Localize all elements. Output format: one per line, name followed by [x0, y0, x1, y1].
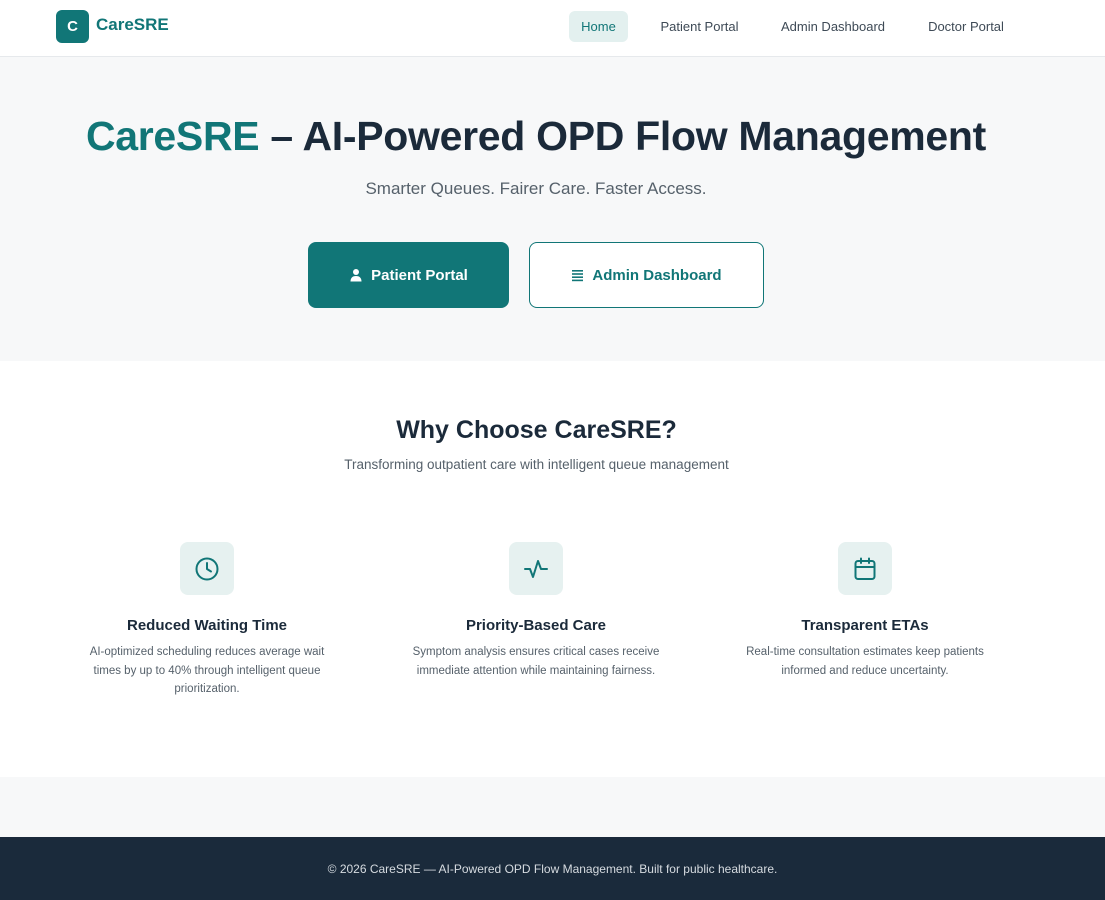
hero-title-rest: – AI-Powered OPD Flow Management: [259, 113, 987, 159]
patient-portal-button-label: Patient Portal: [371, 266, 468, 284]
hero-section: CareSRE – AI-Powered OPD Flow Management…: [0, 57, 1105, 361]
calendar-icon: [838, 542, 892, 595]
nav-doctor-portal[interactable]: Doctor Portal: [918, 11, 1014, 42]
clock-icon: [180, 542, 234, 595]
feature-card-waiting-time: Reduced Waiting Time AI-optimized schedu…: [77, 542, 337, 699]
features-section: Why Choose CareSRE? Transforming outpati…: [0, 361, 1105, 777]
patient-portal-button[interactable]: Patient Portal: [308, 242, 509, 308]
feature-card-transparent-etas: Transparent ETAs Real-time consultation …: [735, 542, 995, 680]
feature-description: Symptom analysis ensures critical cases …: [412, 646, 660, 677]
site-header: C CareSRE Home Patient Portal Admin Dash…: [0, 0, 1105, 57]
list-icon: [571, 269, 584, 282]
logo-icon[interactable]: C: [56, 10, 89, 43]
activity-icon: [509, 542, 563, 595]
user-icon: [349, 268, 363, 282]
hero-title-accent: CareSRE: [85, 113, 260, 159]
feature-title: Priority-Based Care: [465, 617, 607, 634]
footer-copyright: © 2026 CareSRE — AI-Powered OPD Flow Man…: [327, 861, 778, 876]
features-subtitle: Transforming outpatient care with intell…: [344, 457, 729, 472]
brand-name[interactable]: CareSRE: [96, 15, 169, 35]
nav-home[interactable]: Home: [569, 11, 628, 42]
hero-subtitle: Smarter Queues. Fairer Care. Faster Acce…: [365, 179, 707, 198]
hero-title: CareSRE – AI-Powered OPD Flow Management: [0, 113, 1072, 160]
feature-title: Reduced Waiting Time: [126, 617, 288, 634]
feature-description: Real-time consultation estimates keep pa…: [746, 646, 984, 677]
feature-card-priority-care: Priority-Based Care Symptom analysis ens…: [406, 542, 666, 680]
features-title: Why Choose CareSRE?: [396, 416, 677, 444]
nav-admin-dashboard[interactable]: Admin Dashboard: [770, 11, 896, 42]
feature-title: Transparent ETAs: [801, 617, 929, 634]
section-spacer: [0, 777, 1105, 837]
admin-dashboard-button-label: Admin Dashboard: [592, 266, 722, 284]
nav-patient-portal[interactable]: Patient Portal: [651, 11, 748, 42]
admin-dashboard-button[interactable]: Admin Dashboard: [529, 242, 764, 308]
feature-description: AI-optimized scheduling reduces average …: [89, 646, 325, 695]
site-footer: © 2026 CareSRE — AI-Powered OPD Flow Man…: [0, 837, 1105, 900]
